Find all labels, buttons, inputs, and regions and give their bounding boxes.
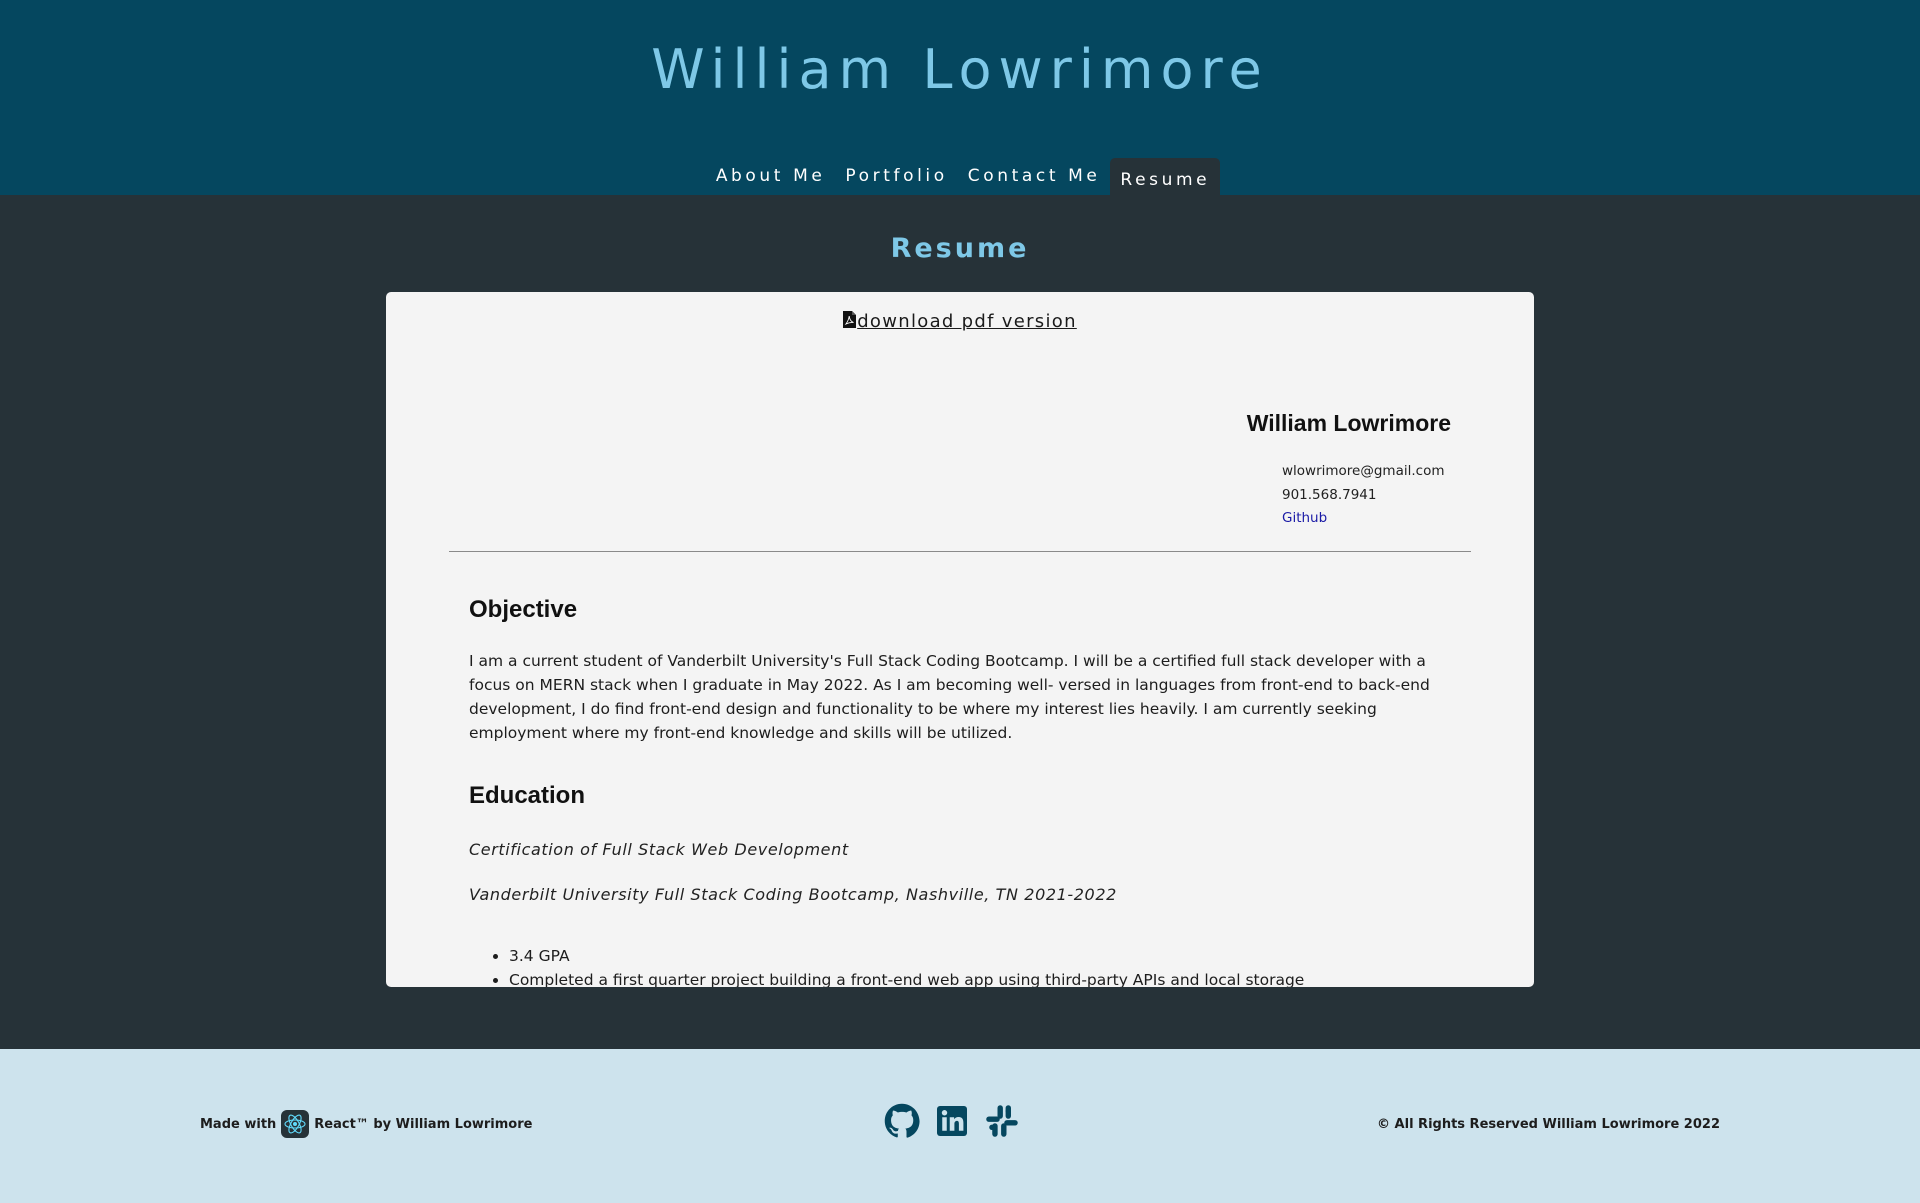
main-nav: About Me Portfolio Contact Me Resume <box>0 158 1920 195</box>
copyright-text: © All Rights Reserved William Lowrimore … <box>1377 1117 1720 1132</box>
nav-contact-me[interactable]: Contact Me <box>958 158 1111 195</box>
download-pdf-label[interactable]: download pdf version <box>857 311 1077 332</box>
list-item: Completed a first quarter project buildi… <box>509 968 1304 987</box>
resume-divider <box>449 551 1471 552</box>
download-pdf-link[interactable]: download pdf version <box>386 311 1534 333</box>
education-school: Vanderbilt University Full Stack Coding … <box>469 885 1117 904</box>
nav-resume[interactable]: Resume <box>1110 158 1221 195</box>
nav-about-me[interactable]: About Me <box>706 158 836 195</box>
site-title: William Lowrimore <box>651 38 1269 101</box>
made-with-prefix: Made with <box>200 1116 277 1132</box>
nav-portfolio[interactable]: Portfolio <box>835 158 957 195</box>
pdf-file-icon <box>843 311 857 333</box>
resume-name: William Lowrimore <box>1246 410 1451 436</box>
list-item: 3.4 GPA <box>509 944 1304 968</box>
linkedin-icon[interactable] <box>934 1103 970 1139</box>
resume-card[interactable]: download pdf version William Lowrimore w… <box>386 292 1534 987</box>
react-icon <box>281 1110 310 1138</box>
made-with-credit: Made with React™ by William Lowrimore <box>200 1109 532 1139</box>
objective-text: I am a current student of Vanderbilt Uni… <box>469 652 1430 742</box>
contact-email: wlowrimore@gmail.com <box>1282 463 1445 479</box>
made-with-suffix: React™ by William Lowrimore <box>314 1116 533 1132</box>
github-icon[interactable] <box>884 1103 920 1139</box>
contact-phone: 901.568.7941 <box>1282 487 1377 503</box>
objective-heading: Objective <box>469 596 578 623</box>
page-title: Resume <box>890 233 1030 264</box>
social-links <box>884 1103 1020 1139</box>
education-certification: Certification of Full Stack Web Developm… <box>469 840 849 859</box>
site-header: William Lowrimore About Me Portfolio Con… <box>0 0 1920 195</box>
site-footer: Made with React™ by William Lowrimore © … <box>0 1049 1920 1203</box>
education-bullet-list: 3.4 GPA Completed a first quarter projec… <box>509 944 1304 987</box>
education-heading: Education <box>469 782 586 809</box>
slack-icon[interactable] <box>984 1103 1020 1139</box>
github-link[interactable]: Github <box>1282 510 1327 526</box>
